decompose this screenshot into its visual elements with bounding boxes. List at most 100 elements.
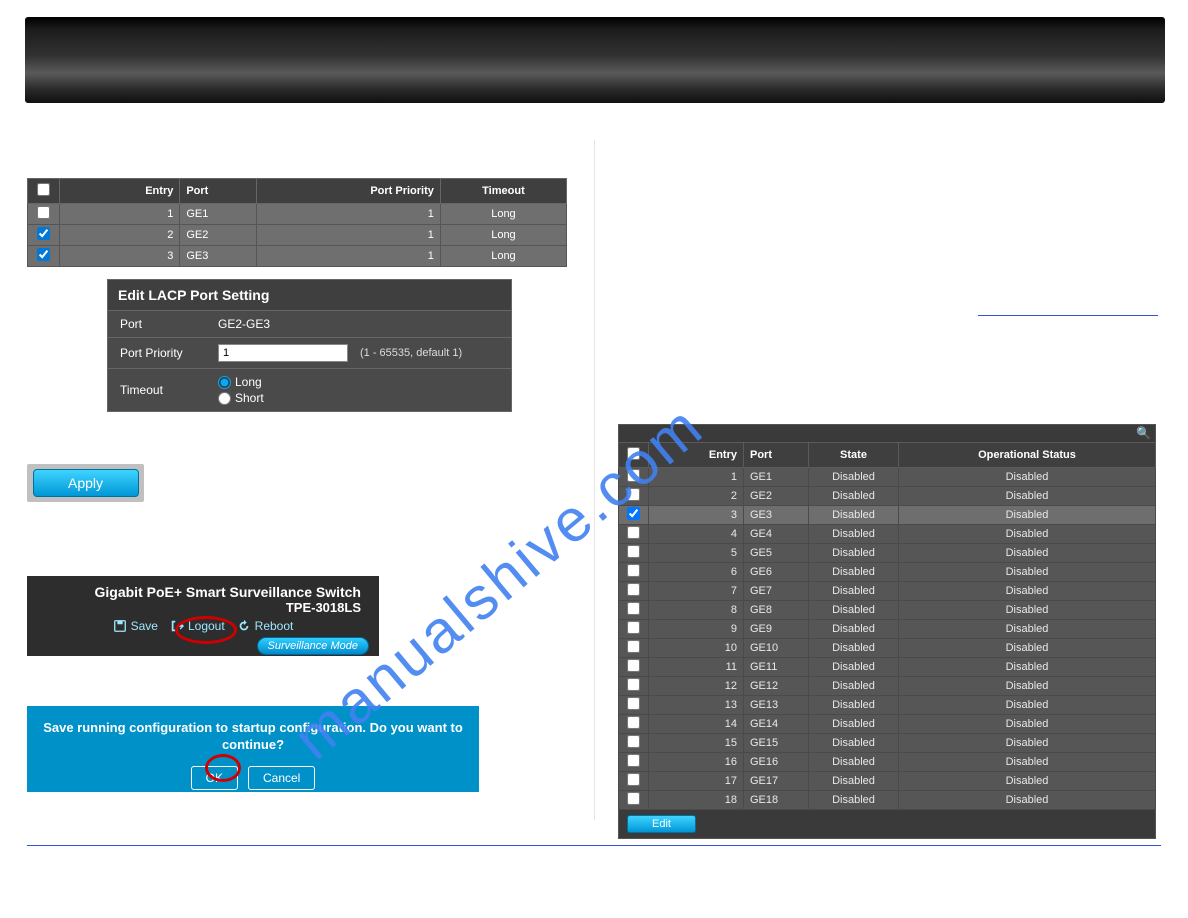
cell-state: Disabled — [809, 772, 899, 791]
row-checkbox[interactable] — [627, 469, 640, 482]
cell-port: GE7 — [744, 582, 809, 601]
cell-port: GE3 — [744, 506, 809, 525]
table-row[interactable]: 1GE1DisabledDisabled — [619, 468, 1156, 487]
row-checkbox[interactable] — [627, 564, 640, 577]
search-icon[interactable]: 🔍 — [1136, 426, 1151, 440]
select-all-ports-checkbox[interactable] — [627, 447, 640, 460]
row-checkbox[interactable] — [37, 248, 50, 261]
table-row[interactable]: 4GE4DisabledDisabled — [619, 525, 1156, 544]
cell-state: Disabled — [809, 563, 899, 582]
cell-entry: 7 — [649, 582, 744, 601]
cell-op: Disabled — [899, 658, 1156, 677]
row-checkbox[interactable] — [627, 545, 640, 558]
cell-op: Disabled — [899, 601, 1156, 620]
cell-state: Disabled — [809, 658, 899, 677]
row-checkbox[interactable] — [627, 488, 640, 501]
cell-entry: 18 — [649, 791, 744, 810]
table-row[interactable]: 12GE12DisabledDisabled — [619, 677, 1156, 696]
cell-state: Disabled — [809, 582, 899, 601]
row-checkbox[interactable] — [627, 621, 640, 634]
logout-icon — [170, 619, 184, 633]
table-row[interactable]: 1GE11Long — [28, 204, 567, 225]
reboot-label: Reboot — [255, 619, 294, 633]
row-checkbox[interactable] — [627, 678, 640, 691]
row-checkbox[interactable] — [627, 735, 640, 748]
table-row[interactable]: 3GE3DisabledDisabled — [619, 506, 1156, 525]
row-checkbox[interactable] — [627, 602, 640, 615]
row-checkbox[interactable] — [627, 659, 640, 672]
table-row[interactable]: 10GE10DisabledDisabled — [619, 639, 1156, 658]
table-row[interactable]: 16GE16DisabledDisabled — [619, 753, 1156, 772]
row-checkbox[interactable] — [627, 716, 640, 729]
row-checkbox[interactable] — [627, 754, 640, 767]
table-row[interactable]: 8GE8DisabledDisabled — [619, 601, 1156, 620]
cell-port: GE18 — [744, 791, 809, 810]
edit-button[interactable]: Edit — [627, 815, 696, 833]
footer-rule — [27, 845, 1161, 846]
table-row[interactable]: 14GE14DisabledDisabled — [619, 715, 1156, 734]
table-row[interactable]: 18GE18DisabledDisabled — [619, 791, 1156, 810]
cancel-button[interactable]: Cancel — [248, 766, 315, 790]
col-state: State — [809, 443, 899, 468]
timeout-long-option[interactable]: Long — [218, 375, 264, 389]
table-row[interactable]: 9GE9DisabledDisabled — [619, 620, 1156, 639]
cell-op: Disabled — [899, 582, 1156, 601]
cell-entry: 3 — [649, 506, 744, 525]
cell-op: Disabled — [899, 563, 1156, 582]
save-confirm-dialog: Save running configuration to startup co… — [27, 706, 479, 792]
surveillance-mode-button[interactable]: Surveillance Mode — [257, 637, 370, 655]
reboot-icon — [237, 619, 251, 633]
table-row[interactable]: 11GE11DisabledDisabled — [619, 658, 1156, 677]
cell-op: Disabled — [899, 544, 1156, 563]
cell-state: Disabled — [809, 791, 899, 810]
table-row[interactable]: 2GE2DisabledDisabled — [619, 487, 1156, 506]
cell-state: Disabled — [809, 506, 899, 525]
priority-hint: (1 - 65535, default 1) — [360, 347, 462, 359]
row-checkbox[interactable] — [627, 640, 640, 653]
cell-entry: 8 — [649, 601, 744, 620]
row-checkbox[interactable] — [627, 792, 640, 805]
cell-entry: 17 — [649, 772, 744, 791]
cell-entry: 5 — [649, 544, 744, 563]
row-checkbox[interactable] — [37, 206, 50, 219]
table-row[interactable]: 6GE6DisabledDisabled — [619, 563, 1156, 582]
save-action[interactable]: Save — [113, 619, 158, 633]
select-all-checkbox[interactable] — [37, 183, 50, 196]
priority-input[interactable] — [218, 344, 348, 362]
logout-action[interactable]: Logout — [170, 619, 225, 633]
cell-state: Disabled — [809, 487, 899, 506]
apply-button[interactable]: Apply — [33, 469, 139, 497]
cell-port: GE15 — [744, 734, 809, 753]
cell-priority: 1 — [257, 246, 441, 267]
table-row[interactable]: 7GE7DisabledDisabled — [619, 582, 1156, 601]
table-row[interactable]: 15GE15DisabledDisabled — [619, 734, 1156, 753]
cell-port: GE2 — [180, 225, 257, 246]
table-row[interactable]: 17GE17DisabledDisabled — [619, 772, 1156, 791]
timeout-short-option[interactable]: Short — [218, 391, 264, 405]
row-checkbox[interactable] — [627, 583, 640, 596]
cell-port: GE6 — [744, 563, 809, 582]
cell-timeout: Long — [440, 204, 566, 225]
cell-op: Disabled — [899, 620, 1156, 639]
row-checkbox[interactable] — [627, 507, 640, 520]
cell-entry: 1 — [59, 204, 180, 225]
logout-label: Logout — [188, 619, 225, 633]
timeout-short-radio[interactable] — [218, 392, 231, 405]
ok-button[interactable]: OK — [191, 766, 238, 790]
table-row[interactable]: 5GE5DisabledDisabled — [619, 544, 1156, 563]
cell-op: Disabled — [899, 715, 1156, 734]
table-row[interactable]: 3GE31Long — [28, 246, 567, 267]
row-checkbox[interactable] — [37, 227, 50, 240]
row-checkbox[interactable] — [627, 773, 640, 786]
timeout-long-radio[interactable] — [218, 376, 231, 389]
cell-state: Disabled — [809, 696, 899, 715]
cell-port: GE11 — [744, 658, 809, 677]
table-row[interactable]: 2GE21Long — [28, 225, 567, 246]
row-checkbox[interactable] — [627, 697, 640, 710]
reboot-action[interactable]: Reboot — [237, 619, 294, 633]
cell-port: GE12 — [744, 677, 809, 696]
cell-op: Disabled — [899, 487, 1156, 506]
table-row[interactable]: 13GE13DisabledDisabled — [619, 696, 1156, 715]
cell-port: GE8 — [744, 601, 809, 620]
row-checkbox[interactable] — [627, 526, 640, 539]
